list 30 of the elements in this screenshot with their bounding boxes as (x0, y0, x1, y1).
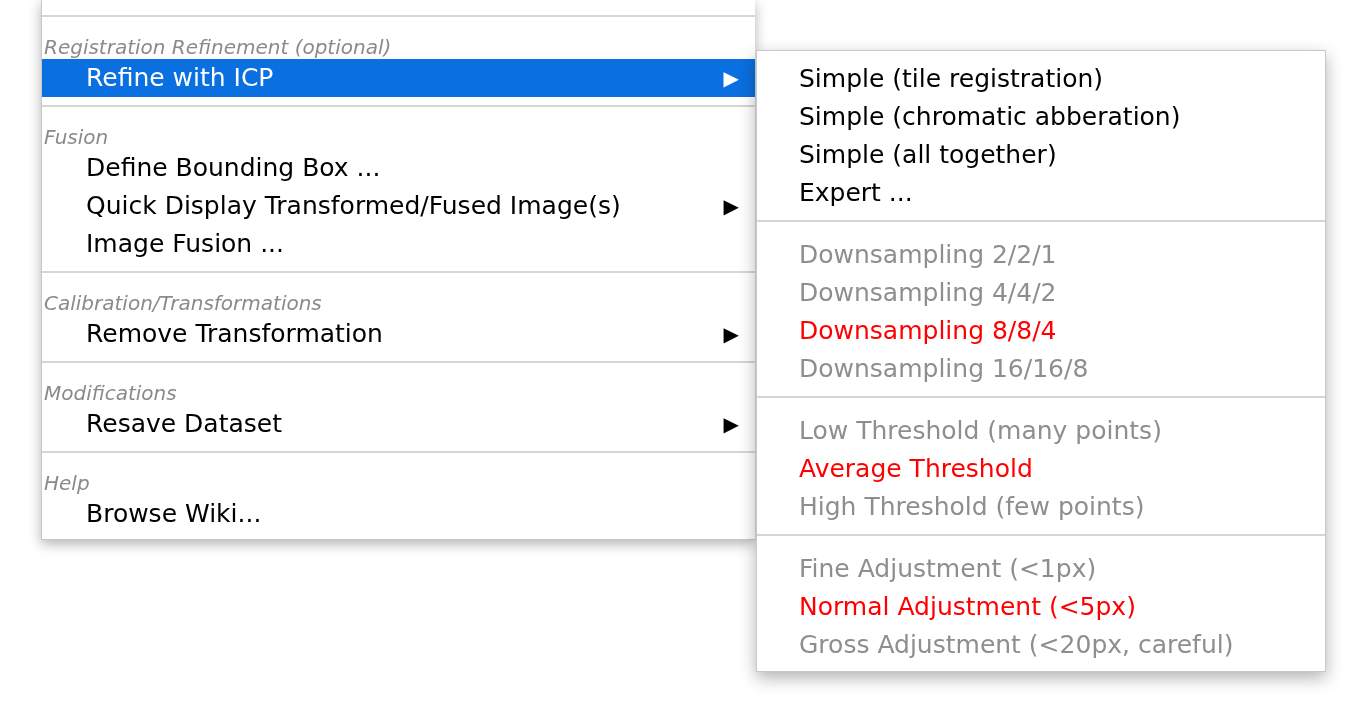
option-item[interactable]: Downsampling 16/16/8 (757, 350, 1325, 388)
option-item[interactable]: High Threshold (few points) (757, 488, 1325, 526)
submenu-arrow-icon: ▶ (723, 319, 739, 349)
submenu-arrow-icon: ▶ (723, 191, 739, 221)
option-item[interactable]: Gross Adjustment (<20px, careful) (757, 626, 1325, 664)
option-item[interactable]: Downsampling 8/8/4 (757, 312, 1325, 350)
section-header: Fusion (44, 127, 109, 147)
option-item[interactable]: Average Threshold (757, 450, 1325, 488)
menu-item[interactable]: Refine with ICP ▶ (42, 59, 755, 97)
option-item[interactable]: Downsampling 2/2/1 (757, 236, 1325, 274)
option-item[interactable]: Fine Adjustment (<1px) (757, 550, 1325, 588)
menu-item[interactable]: Image Fusion ... (42, 225, 755, 263)
submenu-arrow-icon: ▶ (723, 409, 739, 439)
menu-item[interactable]: Simple (chromatic abberation) (757, 98, 1325, 136)
menu-item[interactable]: Simple (all together) (757, 136, 1325, 174)
section-header: Help (44, 473, 90, 493)
section-header: Modifications (44, 383, 177, 403)
option-item[interactable]: Downsampling 4/4/2 (757, 274, 1325, 312)
section-header: Registration Refinement (optional) (44, 37, 392, 57)
menu-item[interactable]: Resave Dataset ▶ (42, 405, 755, 443)
menu-item[interactable]: Expert ... (757, 174, 1325, 212)
section-header: Calibration/Transformations (44, 293, 322, 313)
menu-item[interactable]: Browse Wiki... (42, 495, 755, 533)
option-item[interactable]: Low Threshold (many points) (757, 412, 1325, 450)
menu-item[interactable]: Simple (tile registration) (757, 60, 1325, 98)
menu-item[interactable]: Remove Transformation ▶ (42, 315, 755, 353)
menu-item[interactable]: Quick Display Transformed/Fused Image(s) ▶ (42, 187, 755, 225)
option-item[interactable]: Normal Adjustment (<5px) (757, 588, 1325, 626)
menu-item[interactable]: Define Bounding Box ... (42, 149, 755, 187)
submenu-arrow-icon: ▶ (723, 63, 739, 93)
